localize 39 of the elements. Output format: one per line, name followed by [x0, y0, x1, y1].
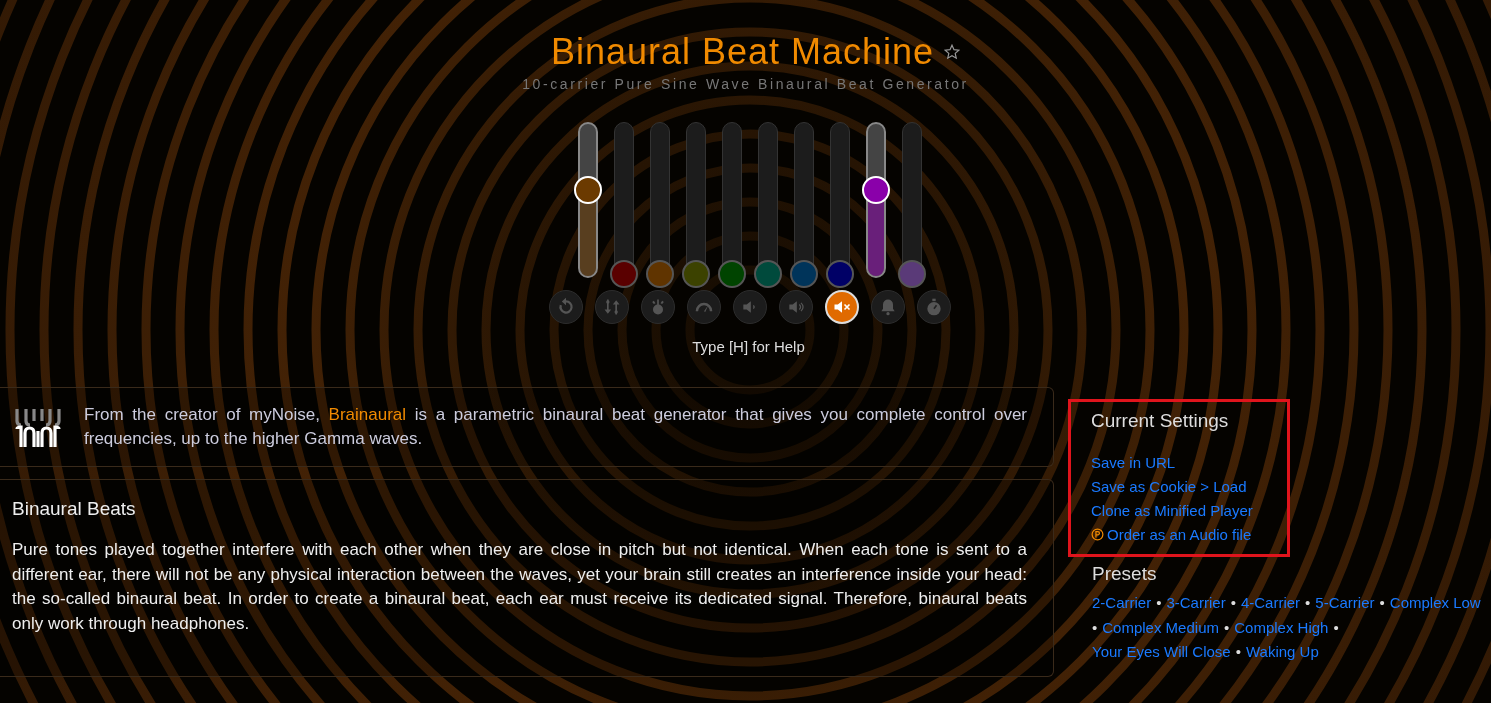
separator-dot: • — [1235, 642, 1241, 662]
settings-link[interactable]: Order as an Audio file — [1107, 525, 1252, 543]
preset-link[interactable]: Complex High — [1234, 615, 1329, 640]
presets-heading: Presets — [1092, 563, 1158, 585]
section-heading: Binaural Beats — [12, 498, 137, 520]
settings-link[interactable]: Clone as Minified Player — [1091, 501, 1253, 519]
separator-dot: • — [1379, 593, 1385, 613]
help-hint: Type [H] for Help — [691, 338, 806, 355]
slider-track[interactable] — [609, 122, 638, 290]
preset-link[interactable]: 5-Carrier — [1315, 591, 1375, 616]
separator-dot: • — [1305, 593, 1311, 613]
preset-link[interactable]: Waking Up — [1245, 640, 1319, 665]
separator-dot: • — [1224, 617, 1230, 638]
slider-track[interactable] — [897, 122, 926, 290]
preset-link[interactable]: 2-Carrier — [1092, 591, 1152, 616]
slider-track[interactable] — [789, 122, 818, 290]
brainaural-link[interactable]: Brainaural — [328, 405, 407, 424]
preset-link[interactable]: 3-Carrier — [1166, 591, 1226, 616]
preset-link[interactable]: 4-Carrier — [1240, 591, 1301, 616]
page-title: Binaural Beat Machine — [550, 30, 935, 74]
separator-dot: • — [1333, 617, 1339, 638]
settings-heading: Current Settings — [1091, 410, 1230, 432]
separator-dot: • — [1156, 593, 1162, 613]
star-icon[interactable] — [944, 44, 961, 60]
settings-link[interactable]: Save in URL — [1091, 453, 1176, 471]
separator-dot: • — [1092, 617, 1098, 638]
slider-track[interactable] — [753, 122, 782, 290]
settings-link[interactable]: Save as Cookie > Load — [1091, 477, 1247, 495]
separator-dot: • — [1230, 593, 1236, 613]
article-paragraph: Pure tones played together interfere with each other when they are close in pitch but not identical. When each tone is sent to a different ear, there will not be any physical interaction between the waves, yet your brain still creates an interference inside your head: the so-called binaural beat. In order to create a binaural beat, each ear must receive its dedicated signal. Therefore, binaural beats only work through headphones. — [12, 539, 1027, 635]
slider-track[interactable] — [717, 122, 746, 290]
slider-track[interactable] — [825, 122, 854, 290]
intro-paragraph: From the creator of myNoise, Brainaural is a parametric binaural beat generator that gives you complete control over frequencies, up to the higher Gamma waves. — [84, 404, 1027, 450]
slider-track[interactable] — [645, 122, 674, 290]
page-subtitle: 10-carrier Pure Sine Wave Binaural Beat Generator — [521, 76, 970, 92]
preset-link[interactable]: Complex Low — [1389, 591, 1481, 616]
preset-link[interactable]: Your Eyes Will Close — [1092, 640, 1231, 665]
slider-track[interactable] — [681, 122, 710, 290]
preset-link[interactable]: Complex Medium — [1102, 615, 1219, 640]
